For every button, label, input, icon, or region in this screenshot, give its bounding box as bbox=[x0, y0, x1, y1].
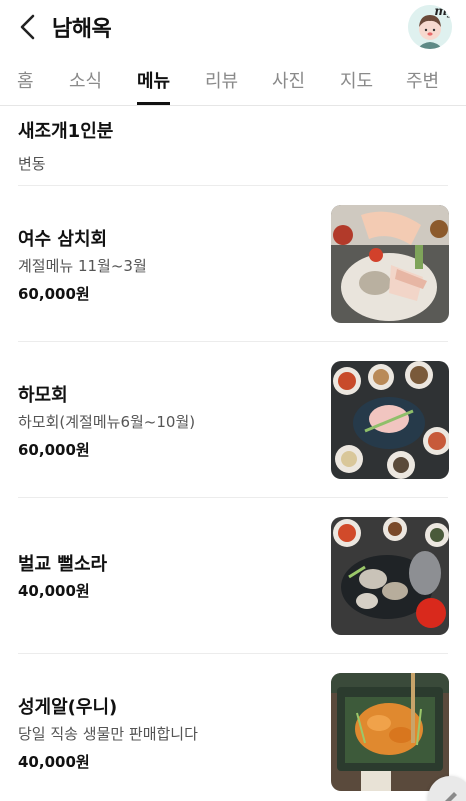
divider bbox=[18, 185, 448, 186]
tab-bar: 홈 소식 메뉴 리뷰 사진 지도 주변 bbox=[0, 54, 466, 106]
menu-item-name: 하모회 bbox=[18, 385, 68, 406]
tab-home[interactable]: 홈 bbox=[17, 67, 34, 93]
app-header: 남해옥 my bbox=[0, 0, 466, 54]
menu-item-name: 성게알(우니) bbox=[18, 697, 118, 718]
tab-reviews[interactable]: 리뷰 bbox=[205, 67, 238, 93]
menu-item-photo bbox=[331, 517, 449, 635]
active-tab-indicator bbox=[137, 102, 170, 105]
sea-urchin-photo bbox=[331, 673, 449, 791]
menu-item-name: 벌교 뻘소라 bbox=[18, 554, 108, 575]
menu-item-photo bbox=[331, 205, 449, 323]
hamo-photo bbox=[331, 361, 449, 479]
divider bbox=[18, 341, 448, 342]
page-title: 남해옥 bbox=[52, 17, 112, 42]
avatar-label: my bbox=[434, 5, 452, 18]
menu-item-name: 여수 삼치회 bbox=[18, 229, 108, 250]
tab-menu[interactable]: 메뉴 bbox=[137, 67, 170, 93]
menu-item-photo bbox=[331, 673, 449, 791]
menu-item-price: 60,000원 bbox=[18, 285, 90, 303]
tab-news[interactable]: 소식 bbox=[69, 67, 102, 93]
menu-item[interactable]: 벌교 뻘소라 40,000원 bbox=[18, 517, 450, 637]
pencil-icon bbox=[445, 792, 457, 801]
menu-item[interactable]: 새조개1인분 변동 bbox=[18, 115, 450, 185]
tab-map[interactable]: 지도 bbox=[340, 67, 373, 93]
menu-item-photo bbox=[331, 361, 449, 479]
edit-fab-button[interactable] bbox=[428, 776, 466, 801]
menu-item-price: 60,000원 bbox=[18, 441, 90, 459]
menu-item-price: 40,000원 bbox=[18, 753, 90, 771]
menu-item-desc: 계절메뉴 11월~3월 bbox=[18, 257, 147, 275]
menu-item-name: 새조개1인분 bbox=[18, 121, 114, 142]
menu-item-desc: 변동 bbox=[18, 155, 46, 173]
tab-photos[interactable]: 사진 bbox=[272, 67, 305, 93]
menu-item[interactable]: 성게알(우니) 당일 직송 생물만 판매합니다 40,000원 bbox=[18, 673, 450, 793]
back-button[interactable] bbox=[10, 9, 46, 45]
menu-item-price: 40,000원 bbox=[18, 582, 90, 600]
menu-item-desc: 당일 직송 생물만 판매합니다 bbox=[18, 725, 198, 743]
conch-photo bbox=[331, 517, 449, 635]
tab-nearby[interactable]: 주변 bbox=[406, 67, 439, 93]
menu-item[interactable]: 여수 삼치회 계절메뉴 11월~3월 60,000원 bbox=[18, 205, 450, 325]
divider bbox=[18, 497, 448, 498]
divider bbox=[18, 653, 448, 654]
chevron-left-icon bbox=[20, 14, 35, 40]
menu-item-desc: 하모회(계절메뉴6월~10월) bbox=[18, 413, 196, 431]
sashimi-photo bbox=[331, 205, 449, 323]
menu-item[interactable]: 하모회 하모회(계절메뉴6월~10월) 60,000원 bbox=[18, 361, 450, 481]
avatar[interactable]: my bbox=[408, 5, 452, 49]
